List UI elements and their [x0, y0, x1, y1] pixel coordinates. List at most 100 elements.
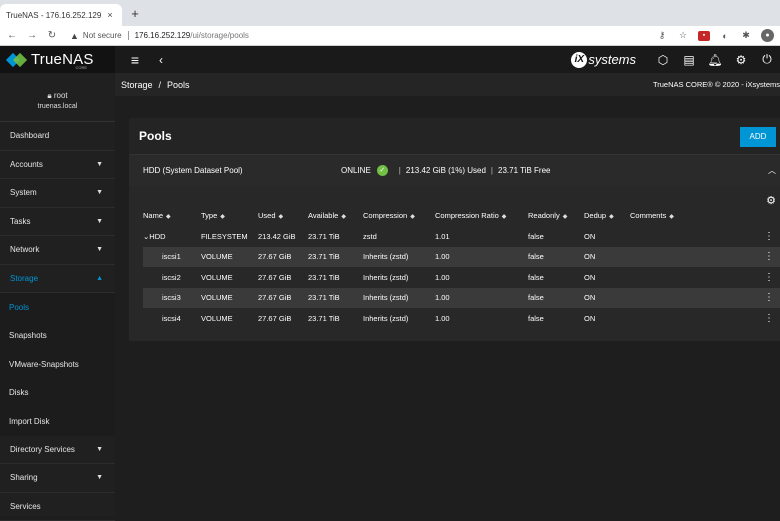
column-header-compression[interactable]: Compression◆	[363, 204, 435, 226]
power-icon[interactable]: ⏻	[754, 52, 780, 67]
sidebar-item-label: Sharing	[10, 473, 96, 482]
forward-arrow-icon[interactable]: →	[24, 30, 40, 41]
column-header-available[interactable]: Available◆	[308, 204, 363, 226]
sidebar-item-tasks[interactable]: Tasks▼	[0, 208, 115, 237]
sidebar-item-directory-services[interactable]: Directory Services▼	[0, 436, 115, 465]
pool-status: ONLINE	[341, 166, 371, 175]
sidebar-subitem-disks[interactable]: Disks	[0, 379, 115, 408]
brand-logo[interactable]: TrueNAS CORE	[0, 46, 115, 73]
column-header-readonly[interactable]: Readonly◆	[528, 204, 584, 226]
sidebar-item-label: Directory Services	[10, 445, 96, 454]
sidebar-item-services[interactable]: Services	[0, 493, 115, 521]
cell-name: ⌄HDD	[143, 226, 201, 247]
kebab-menu-icon[interactable]: ⋮	[760, 288, 780, 309]
table-row[interactable]: iscsi3 VOLUME 27.67 GiB 23.71 TiB Inheri…	[143, 288, 780, 309]
pool-summary-row[interactable]: HDD (System Dataset Pool) ONLINE ✓ |213.…	[129, 154, 780, 186]
sidebar-subitem-vmware-snapshots[interactable]: VMware-Snapshots	[0, 350, 115, 379]
new-tab-icon[interactable]: +	[128, 6, 142, 22]
clipboard-icon[interactable]: ▤	[676, 53, 702, 67]
reload-icon[interactable]: ↻	[44, 30, 60, 41]
sidebar-subitem-snapshots[interactable]: Snapshots	[0, 322, 115, 351]
cell-readonly: false	[528, 226, 584, 247]
chevron-left-icon[interactable]: ‹	[155, 53, 167, 67]
profile-avatar-icon[interactable]: ●	[761, 29, 774, 42]
gear-icon[interactable]: ⚙	[766, 194, 776, 207]
sort-icon: ◆	[563, 214, 568, 220]
cell-comments	[630, 226, 760, 247]
sort-icon: ◆	[609, 214, 614, 220]
breadcrumb-storage[interactable]: Storage	[121, 80, 153, 90]
browser-tab[interactable]: TrueNAS - 176.16.252.129 ×	[0, 4, 122, 26]
extension-circle-icon[interactable]: ◐	[719, 31, 731, 41]
pool-free: 23.71 TiB Free	[498, 166, 550, 175]
column-label: Used	[258, 211, 276, 220]
puzzle-icon[interactable]: ✱	[740, 30, 752, 41]
chevron-down-icon: ▼	[96, 161, 103, 168]
sidebar-item-label: Snapshots	[9, 331, 103, 340]
sidebar-item-accounts[interactable]: Accounts▼	[0, 151, 115, 180]
column-label: Compression Ratio	[435, 211, 499, 220]
kebab-menu-icon[interactable]: ⋮	[760, 247, 780, 268]
sidebar-item-network[interactable]: Network▼	[0, 236, 115, 265]
cell-name: iscsi4	[143, 308, 201, 329]
add-pool-button[interactable]: ADD	[740, 127, 776, 147]
cell-used: 27.67 GiB	[258, 308, 308, 329]
sort-icon: ◆	[220, 214, 225, 220]
cell-type: VOLUME	[201, 288, 258, 309]
column-header-dedup[interactable]: Dedup◆	[584, 204, 630, 226]
kebab-menu-icon[interactable]: ⋮	[760, 267, 780, 288]
sidebar-item-sharing[interactable]: Sharing▼	[0, 464, 115, 493]
column-header-compression-ratio[interactable]: Compression Ratio◆	[435, 204, 528, 226]
column-label: Compression	[363, 211, 407, 220]
sidebar-item-system[interactable]: System▼	[0, 179, 115, 208]
column-header-type[interactable]: Type◆	[201, 204, 258, 226]
lock-icon: 🔒︎	[47, 91, 51, 100]
table-row[interactable]: ⌄HDD FILESYSTEM 213.42 GiB 23.71 TiB zst…	[143, 226, 780, 247]
cell-dedup: ON	[584, 267, 630, 288]
kebab-menu-icon[interactable]: ⋮	[760, 226, 780, 247]
pdf-extension-icon[interactable]: ▪	[698, 31, 710, 41]
sidebar-item-label: Disks	[9, 388, 103, 397]
table-header-row: Name◆ Type◆ Used◆ Available◆ Compression…	[143, 204, 780, 226]
user-name: 🔒︎ root	[0, 91, 115, 101]
sidebar-item-storage[interactable]: Storage▲	[0, 265, 115, 294]
sort-icon: ◆	[279, 214, 284, 220]
user-name-text: root	[54, 91, 68, 100]
cell-used: 27.67 GiB	[258, 247, 308, 268]
cell-available: 23.71 TiB	[308, 308, 363, 329]
cell-dedup: ON	[584, 226, 630, 247]
table-row[interactable]: iscsi4 VOLUME 27.67 GiB 23.71 TiB Inheri…	[143, 308, 780, 329]
browser-toolbar-icons: ⚷ ☆ ▪ ◐ ✱ ●	[656, 29, 780, 42]
key-icon[interactable]: ⚷	[656, 30, 668, 41]
column-header-name[interactable]: Name◆	[143, 204, 201, 226]
back-arrow-icon[interactable]: ←	[4, 30, 20, 41]
bookmark-star-icon[interactable]: ☆	[677, 30, 689, 41]
sort-icon: ◆	[166, 214, 171, 220]
gear-icon[interactable]: ⚙	[728, 53, 754, 67]
datasets-table: Name◆ Type◆ Used◆ Available◆ Compression…	[143, 204, 780, 329]
hamburger-menu-icon[interactable]: ≡	[127, 52, 143, 68]
close-icon[interactable]: ×	[104, 10, 116, 20]
column-label: Readonly	[528, 211, 560, 220]
ixsystems-logo[interactable]: iX systems	[571, 52, 636, 68]
sidebar-item-label: Dashboard	[10, 131, 103, 140]
table-row[interactable]: iscsi2 VOLUME 27.67 GiB 23.71 TiB Inheri…	[143, 267, 780, 288]
url-input[interactable]: ▲ Not secure 176.16.252.129/ui/storage/p…	[70, 28, 656, 44]
sort-icon: ◆	[341, 214, 346, 220]
column-label: Comments	[630, 211, 666, 220]
chevron-up-icon[interactable]: ︿	[768, 165, 776, 176]
sidebar-item-label: Pools	[9, 303, 103, 312]
column-header-comments[interactable]: Comments◆	[630, 204, 760, 226]
truecommand-icon[interactable]: ⬡	[650, 53, 676, 67]
bell-icon[interactable]: 🔔︎	[702, 53, 728, 67]
sort-icon: ◆	[502, 214, 507, 220]
cell-compression: Inherits (zstd)	[363, 288, 435, 309]
user-host: truenas.local	[0, 103, 115, 110]
sidebar-item-dashboard[interactable]: Dashboard	[0, 122, 115, 151]
column-header-used[interactable]: Used◆	[258, 204, 308, 226]
kebab-menu-icon[interactable]: ⋮	[760, 308, 780, 329]
cell-compression: Inherits (zstd)	[363, 267, 435, 288]
sidebar-subitem-import-disk[interactable]: Import Disk	[0, 407, 115, 436]
table-row[interactable]: iscsi1 VOLUME 27.67 GiB 23.71 TiB Inheri…	[143, 247, 780, 268]
sidebar-subitem-pools[interactable]: Pools	[0, 293, 115, 322]
